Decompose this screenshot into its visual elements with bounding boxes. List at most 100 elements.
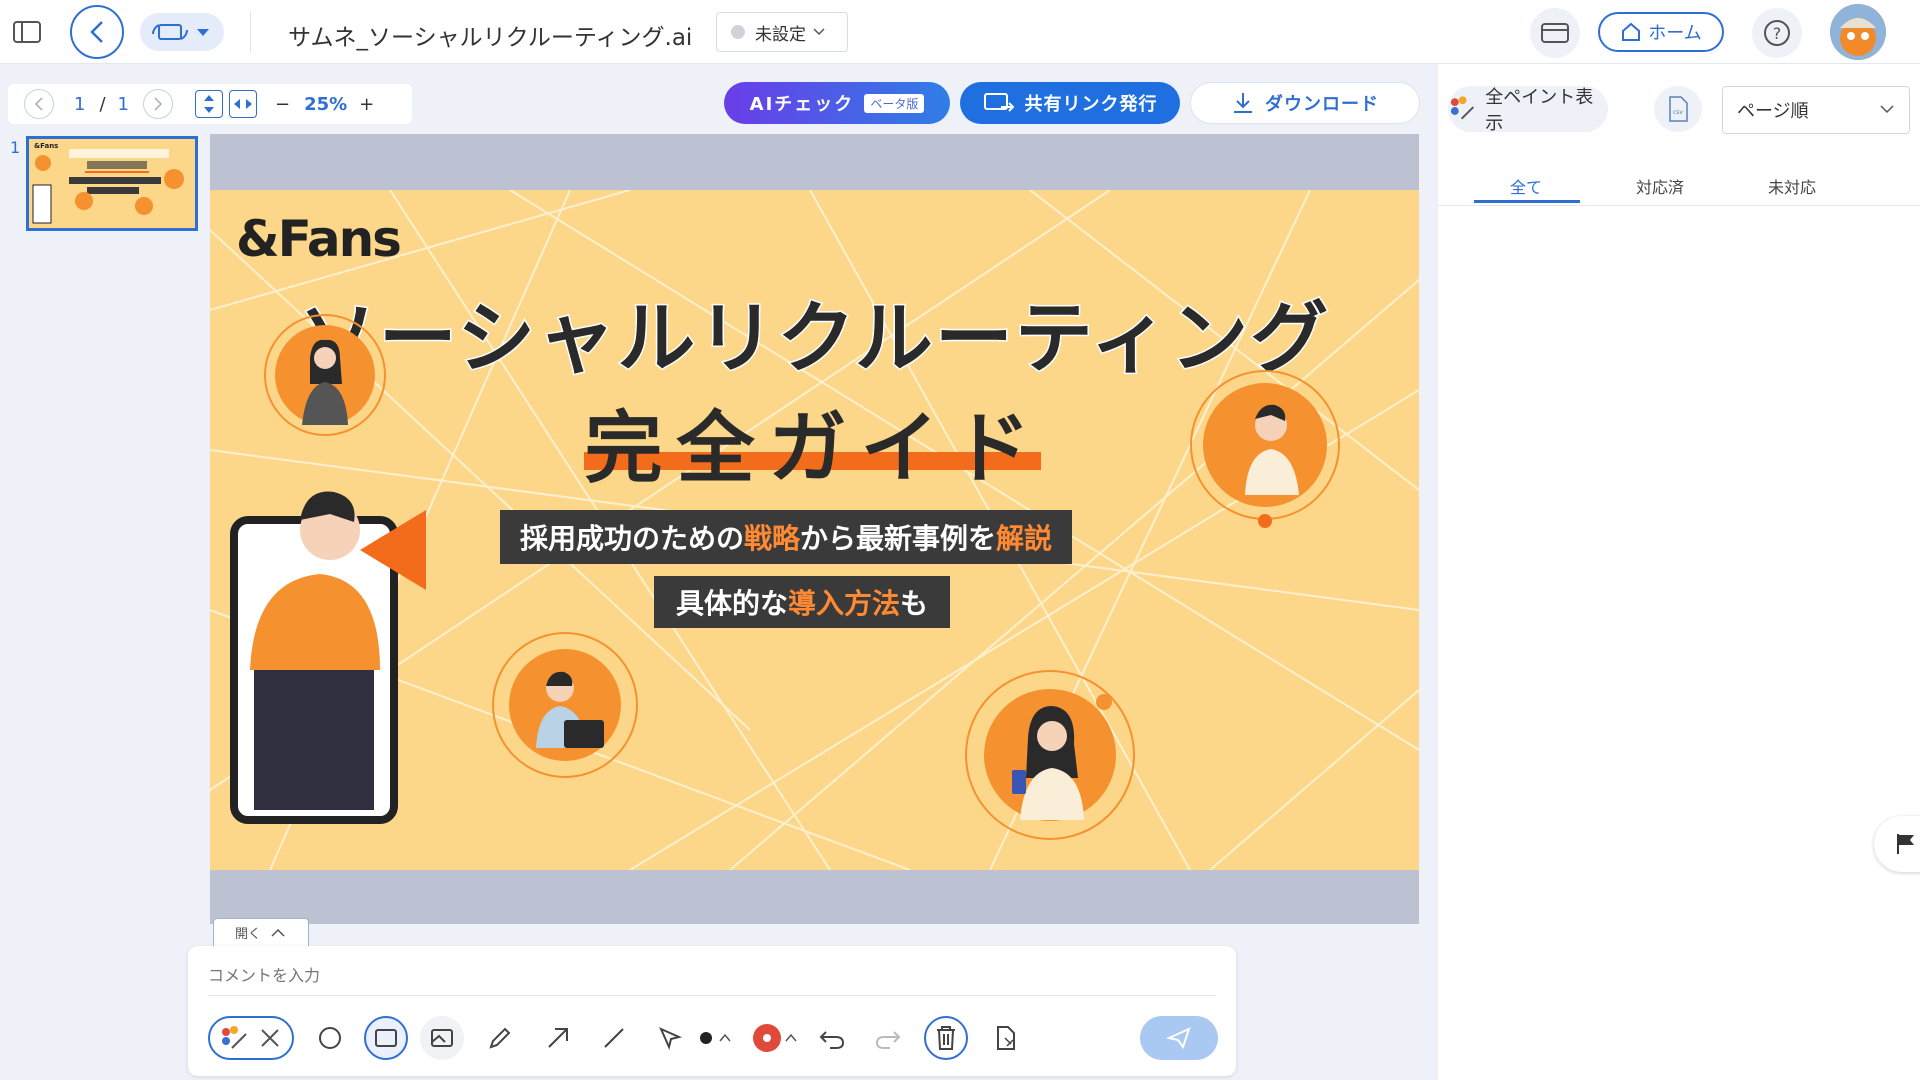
- show-all-paint-button[interactable]: 全ペイント表示: [1448, 86, 1608, 134]
- ai-check-button[interactable]: AIチェック ベータ版: [724, 82, 950, 124]
- tab-unresolved[interactable]: 未対応: [1768, 174, 1816, 198]
- subtitle-2-part-a: 具体的な: [676, 587, 789, 620]
- tab-all[interactable]: 全て: [1510, 174, 1542, 198]
- zoom-in-button[interactable]: +: [359, 94, 374, 115]
- pen-icon: [489, 1027, 511, 1049]
- share-link-icon: [983, 93, 1014, 112]
- artboard[interactable]: &Fans ソーシャルリクルーティング 完全ガイド 採用成功のための 戦略 から最新…: [210, 190, 1419, 870]
- subtitle-1-part-a: 採用成功のための: [520, 522, 745, 555]
- person-woman-illustration: [264, 314, 386, 436]
- image-icon: [431, 1029, 453, 1047]
- stroke-width-dropdown[interactable]: [696, 1016, 736, 1060]
- color-swatch-icon: [753, 1024, 797, 1052]
- top-bar: サムネ_ソーシャルリクルーティング.ai 未設定 ホーム ?: [0, 0, 1920, 64]
- thumbnail-page-number: 1: [10, 138, 21, 157]
- chevron-right-icon: [154, 97, 163, 111]
- download-label: ダウンロード: [1265, 94, 1379, 115]
- person-man-illustration: [1190, 370, 1340, 528]
- thumbnail-preview: &Fans: [29, 139, 195, 228]
- paint-icon: [1450, 96, 1475, 120]
- zoom-out-button[interactable]: −: [275, 94, 290, 115]
- home-label: ホーム: [1648, 23, 1702, 44]
- delete-button[interactable]: [924, 1016, 968, 1060]
- rectangle-icon: [375, 1029, 397, 1047]
- subtitle-2-part-c: も: [900, 587, 929, 620]
- brand-logo: &Fans: [236, 210, 402, 268]
- version-switch-button[interactable]: [140, 13, 224, 51]
- chevron-down-icon: [813, 28, 825, 36]
- arrow-tool-button[interactable]: [536, 1016, 580, 1060]
- subtitle-2-highlight-method: 導入方法: [788, 587, 901, 620]
- show-all-paint-label: 全ペイント表示: [1485, 87, 1594, 134]
- artwork-subtitle-2: 具体的な 導入方法も: [654, 576, 951, 628]
- help-icon: ?: [1764, 20, 1790, 46]
- status-dot-icon: [731, 25, 745, 39]
- person-phone-illustration: [965, 670, 1135, 840]
- chevron-left-icon: [34, 97, 43, 111]
- back-button[interactable]: [70, 5, 124, 59]
- redo-button[interactable]: [866, 1016, 910, 1060]
- window-layout-button[interactable]: [1530, 8, 1580, 58]
- color-dropdown[interactable]: [750, 1016, 802, 1060]
- arrow-icon: [548, 1028, 568, 1048]
- paint-toggle-button[interactable]: [208, 1016, 294, 1060]
- download-icon: [1234, 93, 1252, 113]
- attach-file-button[interactable]: [984, 1016, 1028, 1060]
- line-tool-button[interactable]: [592, 1016, 636, 1060]
- chevron-down-icon: [1880, 105, 1894, 114]
- comment-input[interactable]: [208, 956, 1216, 996]
- total-pages: 1: [117, 93, 129, 115]
- cursor-icon: [659, 1027, 683, 1051]
- svg-text:csv: csv: [1673, 109, 1683, 116]
- status-dropdown[interactable]: 未設定: [716, 12, 848, 52]
- fit-width-icon: [233, 99, 252, 109]
- undo-button[interactable]: [810, 1016, 854, 1060]
- download-button[interactable]: ダウンロード: [1190, 82, 1420, 124]
- chevron-up-icon: [271, 928, 285, 937]
- comment-panel: [188, 946, 1236, 1076]
- share-link-label: 共有リンク発行: [1024, 94, 1158, 115]
- ai-check-label: AIチェック: [749, 94, 855, 115]
- paint-off-icon: [222, 1026, 279, 1049]
- avatar-image: [1830, 4, 1886, 60]
- pointer-tool-button[interactable]: [648, 1016, 692, 1060]
- rectangle-tool-button[interactable]: [364, 1016, 408, 1060]
- pen-tool-button[interactable]: [478, 1016, 522, 1060]
- tab-resolved[interactable]: 対応済: [1636, 174, 1684, 198]
- home-icon: [1622, 22, 1641, 41]
- user-avatar[interactable]: [1830, 4, 1886, 60]
- attach-file-icon: [997, 1026, 1015, 1050]
- help-button[interactable]: ?: [1752, 8, 1802, 58]
- chevron-left-icon: [90, 21, 103, 43]
- trash-icon: [937, 1026, 955, 1050]
- active-tab-indicator: [1474, 200, 1580, 203]
- image-tool-button[interactable]: [420, 1016, 464, 1060]
- current-page[interactable]: 1: [74, 94, 85, 115]
- subtitle-1-highlight-strategy: 戦略: [744, 522, 801, 555]
- page-thumbnail[interactable]: &Fans: [26, 136, 198, 231]
- flag-icon: [1897, 834, 1914, 854]
- stroke-width-icon: [700, 1032, 731, 1044]
- expand-label: 開く: [234, 927, 261, 942]
- share-link-button[interactable]: 共有リンク発行: [960, 82, 1180, 124]
- circle-icon: [319, 1027, 341, 1049]
- home-button[interactable]: ホーム: [1598, 12, 1724, 52]
- fit-height-button[interactable]: [194, 90, 223, 118]
- line-icon: [604, 1028, 624, 1048]
- csv-file-icon: csv: [1669, 96, 1688, 122]
- next-page-button[interactable]: [142, 89, 173, 119]
- send-comment-button[interactable]: [1140, 1016, 1218, 1060]
- prev-page-button[interactable]: [24, 89, 54, 119]
- fit-width-button[interactable]: [228, 90, 257, 118]
- comments-side-panel: 全ペイント表示 csv ページ順 全て 対応済 未対応: [1438, 64, 1920, 1080]
- sort-order-dropdown[interactable]: ページ順: [1722, 86, 1910, 134]
- sidebar-toggle-icon[interactable]: [10, 16, 44, 48]
- expand-comment-tab[interactable]: 開く: [213, 918, 309, 946]
- circle-tool-button[interactable]: [308, 1016, 352, 1060]
- svg-text:&Fans: &Fans: [34, 142, 58, 150]
- divider: [250, 10, 251, 54]
- csv-export-button[interactable]: csv: [1654, 86, 1702, 132]
- megaphone-man-illustration: [230, 491, 426, 824]
- fit-height-icon: [203, 95, 214, 113]
- svg-text:?: ?: [1773, 24, 1782, 43]
